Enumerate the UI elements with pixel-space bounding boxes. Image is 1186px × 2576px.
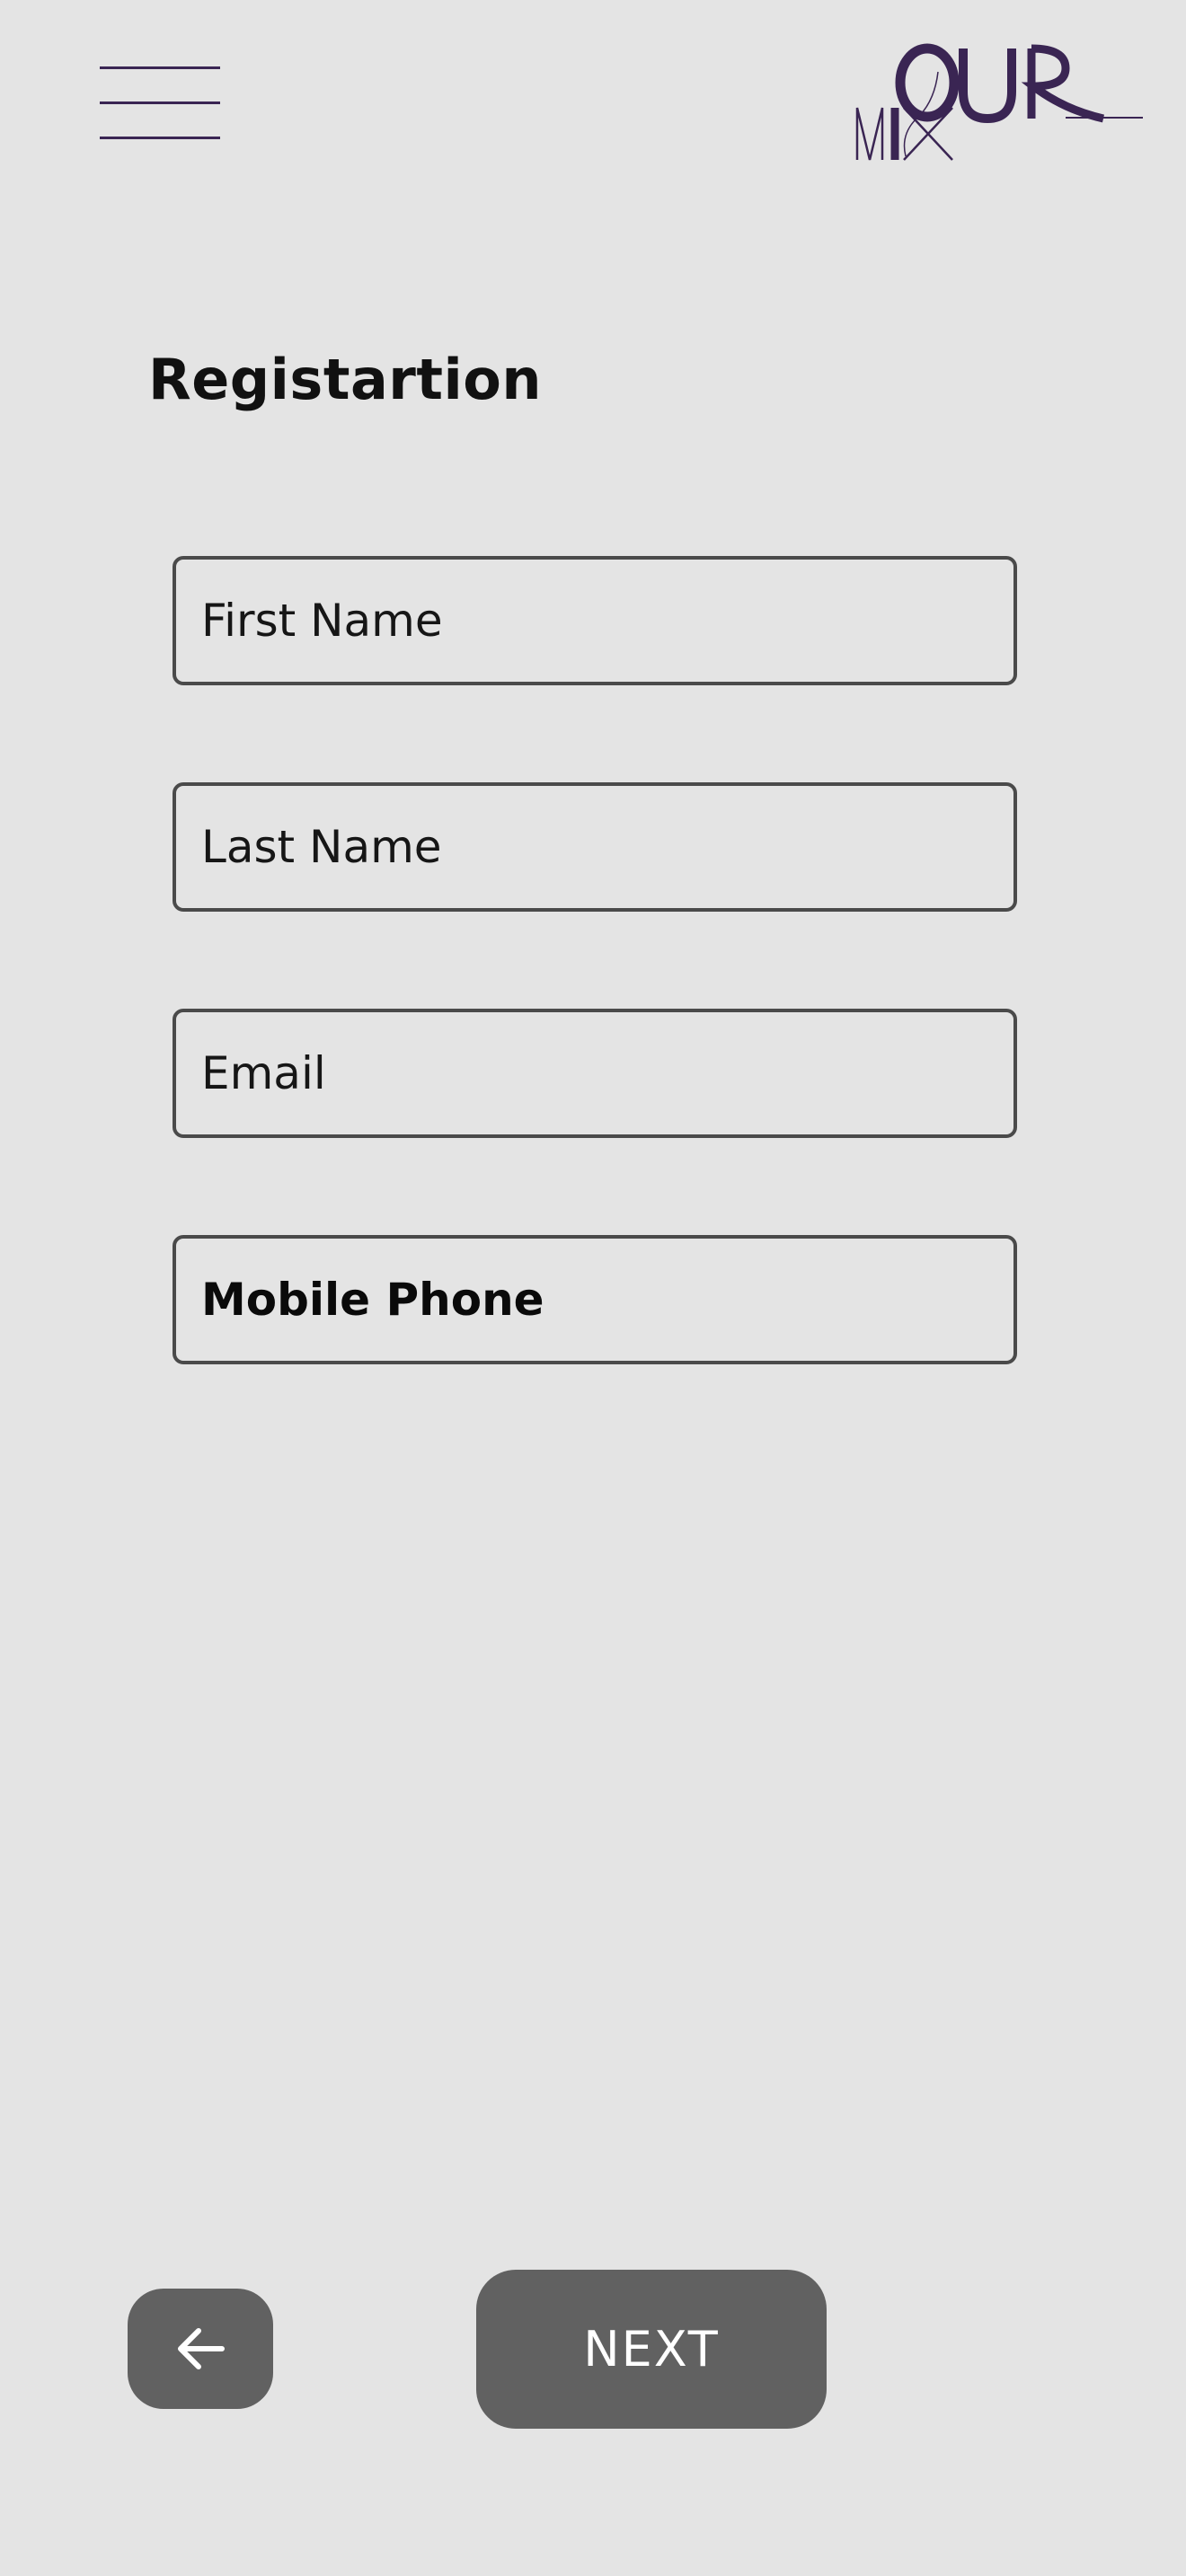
our-mix-logo-icon	[855, 43, 1143, 161]
first-name-input[interactable]	[173, 556, 1017, 685]
brand-logo	[852, 36, 1148, 171]
arrow-left-icon	[178, 2328, 225, 2369]
page-title: Registartion	[148, 347, 543, 412]
email-input[interactable]	[173, 1009, 1017, 1138]
menu-button[interactable]	[97, 63, 223, 144]
mobile-phone-input[interactable]	[173, 1235, 1017, 1364]
menu-icon-line-bottom	[100, 137, 220, 139]
last-name-input[interactable]	[173, 782, 1017, 912]
menu-icon-line-middle	[100, 101, 220, 104]
back-button[interactable]	[128, 2289, 273, 2409]
menu-icon-line-top	[100, 66, 220, 69]
next-button[interactable]: NEXT	[476, 2270, 827, 2429]
